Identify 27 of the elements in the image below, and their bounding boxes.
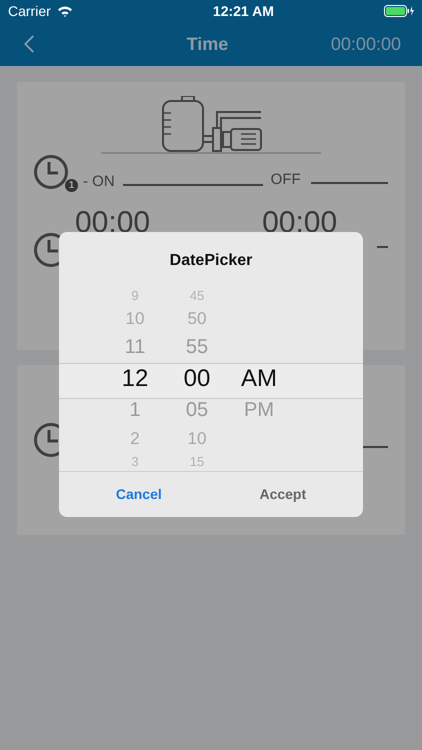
picker-option[interactable]: 12 <box>122 366 148 390</box>
dialog-title: DatePicker <box>168 251 254 271</box>
picker-option[interactable]: 50 <box>188 310 206 328</box>
timer-label: 00:00:00 <box>330 32 401 56</box>
clock-icon <box>33 154 69 190</box>
picker-option[interactable]: 00 <box>184 366 210 390</box>
on-time: 00:00 <box>75 208 150 238</box>
screen-title: Time <box>186 32 228 56</box>
picker-option[interactable]: 2 <box>130 430 140 447</box>
off-label: OFF <box>270 170 301 190</box>
picker-option[interactable]: PM <box>244 400 274 420</box>
battery-icon <box>384 5 414 17</box>
picker-option[interactable]: 1 <box>129 400 141 420</box>
on-label: - ON <box>83 172 115 192</box>
wifi-icon <box>56 5 73 17</box>
accept-button[interactable]: Accept <box>253 480 312 509</box>
cancel-button[interactable]: Cancel <box>110 480 168 509</box>
picker-option[interactable]: 10 <box>188 430 206 447</box>
off-time: 00:00 <box>262 208 338 238</box>
carrier-label: Carrier <box>8 2 51 20</box>
clock-time: 12:21 AM <box>212 2 274 20</box>
picker-option[interactable]: 10 <box>126 310 144 328</box>
schedule-badge: 1 <box>65 179 78 192</box>
picker-option[interactable]: 05 <box>186 400 208 420</box>
picker-option[interactable]: AM <box>241 366 277 390</box>
picker-option[interactable]: 55 <box>186 336 208 357</box>
picker-option[interactable]: 11 <box>124 336 146 357</box>
